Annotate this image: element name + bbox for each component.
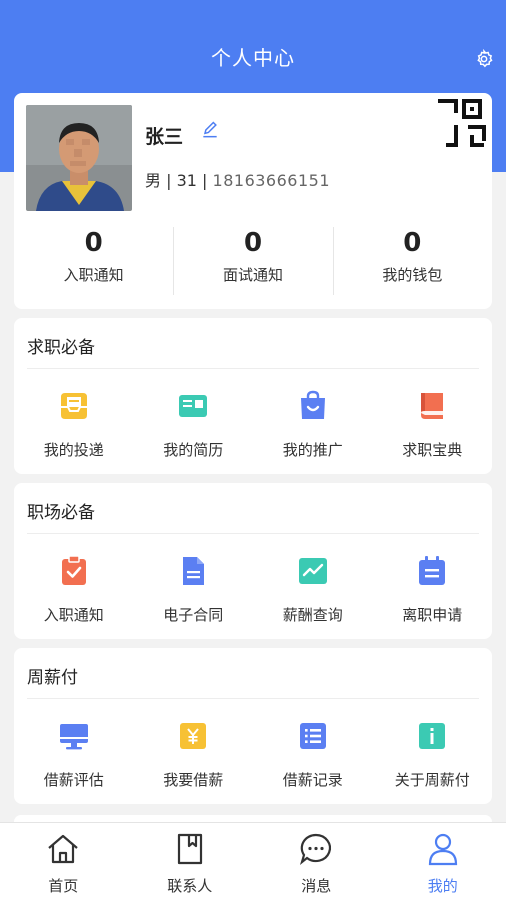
- page-title: 个人中心: [0, 42, 506, 71]
- tab-label: 我的: [380, 875, 506, 896]
- grid-item-label: 离职申请: [373, 604, 493, 625]
- meta-divider: |: [202, 171, 212, 190]
- bookmark-icon: [172, 831, 208, 867]
- grid-item-label: 借薪记录: [253, 769, 373, 790]
- tab-home[interactable]: 首页: [0, 823, 127, 901]
- meta-divider: |: [166, 171, 176, 190]
- inbox-icon: [57, 389, 91, 423]
- section-grid: 入职通知 电子合同 薪酬查询: [14, 545, 492, 625]
- stat-value: 0: [333, 228, 492, 258]
- bottom-tab-bar: 首页 联系人 消息 我的: [0, 822, 506, 901]
- section-workplace-essentials: 职场必备 入职通知 电子合同 薪酬查询: [14, 483, 492, 639]
- grid-item-my-applications[interactable]: 我的投递: [14, 380, 134, 460]
- grid-item-loan-assessment[interactable]: 借薪评估: [14, 710, 134, 790]
- grid-item-job-guide[interactable]: 求职宝典: [373, 380, 493, 460]
- grid-item-entry-notice[interactable]: 入职通知: [14, 545, 134, 625]
- document-icon: [176, 554, 210, 588]
- gear-icon[interactable]: [474, 49, 494, 69]
- grid-item-label: 电子合同: [134, 604, 254, 625]
- stat-label: 我的钱包: [333, 264, 492, 285]
- stat-interview-notice[interactable]: 0 面试通知: [173, 223, 332, 303]
- section-title: 职场必备: [27, 498, 95, 523]
- section-grid: 我的投递 我的简历 我的推广 求职宝典: [14, 380, 492, 460]
- stat-value: 0: [14, 228, 173, 258]
- grid-item-my-resume[interactable]: 我的简历: [134, 380, 254, 460]
- user-meta: 男 | 31 | 18163666151: [145, 167, 330, 191]
- grid-item-label: 关于周薪付: [373, 769, 493, 790]
- user-phone: 18163666151: [213, 171, 330, 190]
- monitor-icon: [57, 719, 91, 753]
- grid-item-e-contract[interactable]: 电子合同: [134, 545, 254, 625]
- section-weekly-pay: 周薪付 借薪评估 我要借薪 借薪记录: [14, 648, 492, 804]
- grid-item-my-promotion[interactable]: 我的推广: [253, 380, 373, 460]
- tab-label: 首页: [0, 875, 127, 896]
- grid-item-loan-records[interactable]: 借薪记录: [253, 710, 373, 790]
- section-job-essentials: 求职必备 我的投递 我的简历: [14, 318, 492, 474]
- tab-label: 消息: [253, 875, 380, 896]
- home-icon: [45, 831, 81, 867]
- grid-item-resignation[interactable]: 离职申请: [373, 545, 493, 625]
- grid-item-label: 借薪评估: [14, 769, 134, 790]
- grid-item-label: 我要借薪: [134, 769, 254, 790]
- grid-item-label: 求职宝典: [373, 439, 493, 460]
- user-icon: [425, 831, 461, 867]
- calendar-icon: [415, 554, 449, 588]
- clipboard-check-icon: [57, 554, 91, 588]
- user-gender: 男: [145, 171, 161, 190]
- section-title: 求职必备: [27, 333, 95, 358]
- stats-row: 0 入职通知 0 面试通知 0 我的钱包: [14, 223, 492, 303]
- tab-label: 联系人: [127, 875, 254, 896]
- user-age: 31: [177, 171, 197, 190]
- section-title: 周薪付: [27, 663, 78, 688]
- grid-item-about-weekly-pay[interactable]: 关于周薪付: [373, 710, 493, 790]
- divider: [27, 533, 479, 534]
- grid-item-salary-query[interactable]: 薪酬查询: [253, 545, 373, 625]
- grid-item-label: 我的推广: [253, 439, 373, 460]
- stat-value: 0: [173, 228, 332, 258]
- stat-label: 入职通知: [14, 264, 173, 285]
- tab-messages[interactable]: 消息: [253, 823, 380, 901]
- user-name: 张三: [145, 122, 183, 149]
- section-grid: 借薪评估 我要借薪 借薪记录 关于周薪付: [14, 710, 492, 790]
- book-icon: [415, 389, 449, 423]
- yen-icon: [176, 719, 210, 753]
- grid-item-label: 薪酬查询: [253, 604, 373, 625]
- stat-entry-notice[interactable]: 0 入职通知: [14, 223, 173, 303]
- info-icon: [415, 719, 449, 753]
- list-icon: [296, 719, 330, 753]
- resume-card-icon: [176, 389, 210, 423]
- tab-contacts[interactable]: 联系人: [127, 823, 254, 901]
- chat-icon: [298, 831, 334, 867]
- grid-item-label: 我的投递: [14, 439, 134, 460]
- qr-code-icon[interactable]: [436, 97, 488, 149]
- divider: [27, 698, 479, 699]
- avatar[interactable]: [26, 105, 132, 211]
- stat-label: 面试通知: [173, 264, 332, 285]
- chart-icon: [296, 554, 330, 588]
- grid-item-label: 入职通知: [14, 604, 134, 625]
- profile-card: 张三 男 | 31 | 18163666151 0 入职通知 0 面试通知 0 …: [14, 93, 492, 309]
- edit-icon[interactable]: [200, 120, 220, 140]
- grid-item-borrow-salary[interactable]: 我要借薪: [134, 710, 254, 790]
- stat-wallet[interactable]: 0 我的钱包: [333, 223, 492, 303]
- tab-mine[interactable]: 我的: [380, 823, 506, 901]
- divider: [27, 368, 479, 369]
- shopping-bag-icon: [296, 389, 330, 423]
- grid-item-label: 我的简历: [134, 439, 254, 460]
